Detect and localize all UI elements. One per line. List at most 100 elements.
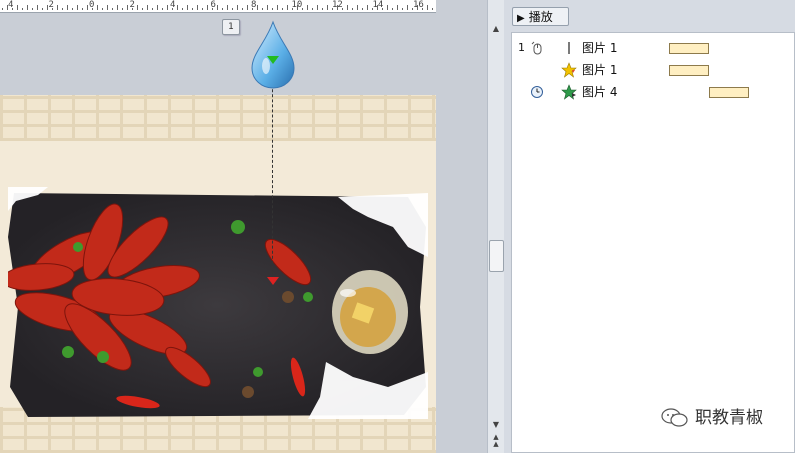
water-drop-icon[interactable]: [250, 20, 296, 90]
ruler-tick: [197, 5, 198, 10]
ruler-tick: [37, 5, 38, 10]
ruler-tick: [397, 5, 398, 10]
ruler-tick: [147, 5, 148, 10]
emphasis-star-icon: [561, 62, 577, 78]
ruler-label: 4: [8, 0, 14, 10]
ruler-tick: [87, 5, 88, 10]
ruler-tick: [327, 5, 328, 10]
ruler-tick: [177, 5, 178, 10]
ruler-tick: [237, 5, 238, 10]
vertical-scrollbar[interactable]: ▲ ▼ ▲ ▲: [487, 0, 504, 453]
ruler-label: 10: [291, 0, 303, 10]
ruler-label: 14: [372, 0, 384, 10]
ruler-tick: [407, 5, 408, 10]
ruler-tick: [82, 8, 83, 10]
animation-item-name: 图片 4: [582, 85, 618, 99]
ruler-tick: [207, 5, 208, 10]
ruler-tick: [232, 8, 233, 10]
ruler-tick: [187, 5, 188, 10]
slide-canvas[interactable]: [0, 95, 436, 453]
ruler-tick: [367, 5, 368, 10]
play-icon: ▶: [517, 13, 525, 24]
ruler-tick: [287, 5, 288, 10]
ruler-tick: [57, 5, 58, 10]
animation-item[interactable]: 1 图片 1: [512, 39, 794, 57]
mouse-click-icon: [531, 41, 542, 55]
ruler-tick: [142, 8, 143, 10]
ruler-label: 2: [129, 0, 135, 10]
decorative-top-border: [0, 95, 436, 141]
motion-path-line-icon: [568, 42, 570, 54]
play-button[interactable]: ▶ 播放: [512, 7, 569, 26]
ruler-tick: [317, 5, 318, 10]
timing-bar[interactable]: [669, 43, 709, 54]
exit-star-icon: [561, 84, 577, 100]
animation-item-name: 图片 1: [582, 63, 618, 77]
ruler-tick: [277, 5, 278, 10]
ruler-tick: [42, 8, 43, 10]
ruler-tick: [387, 5, 388, 10]
ruler-tick: [67, 5, 68, 10]
ruler-tick: [362, 8, 363, 10]
ruler-tick: [27, 5, 28, 10]
ruler-tick: [167, 5, 168, 10]
motion-end-marker-icon: [267, 277, 279, 285]
ruler-tick: [262, 8, 263, 10]
ruler-tick: [357, 5, 358, 10]
horizontal-ruler[interactable]: 4 2 0 2 4 6 8 10 12 14 16: [0, 0, 436, 13]
ruler-tick: [122, 8, 123, 10]
animation-item[interactable]: 图片 1: [512, 61, 794, 79]
ruler-tick: [352, 8, 353, 10]
ruler-tick: [102, 8, 103, 10]
page-number-badge: 1: [222, 19, 240, 35]
wechat-watermark: 职教青椒: [655, 405, 785, 431]
crayfish-photo[interactable]: [8, 187, 428, 419]
ruler-label: 4: [170, 0, 176, 10]
ruler-tick: [392, 8, 393, 10]
ruler-tick: [427, 5, 428, 10]
ruler-tick: [162, 8, 163, 10]
ruler-tick: [312, 8, 313, 10]
ruler-tick: [137, 5, 138, 10]
animation-pane: ▶ 播放 1 图片 1 图片 1 图片 4: [504, 0, 795, 453]
ruler-tick: [72, 8, 73, 10]
previous-slide-button[interactable]: ▲ ▲: [488, 434, 504, 448]
ruler-label: 2: [48, 0, 54, 10]
ruler-tick: [267, 5, 268, 10]
ruler-tick: [112, 8, 113, 10]
ruler-label: 16: [413, 0, 424, 10]
animation-list[interactable]: 1 图片 1 图片 1 图片 4: [511, 32, 795, 453]
ruler-tick: [432, 8, 433, 10]
ruler-tick: [402, 8, 403, 10]
watermark-text: 职教青椒: [695, 408, 763, 428]
timing-bar[interactable]: [669, 65, 709, 76]
wechat-icon: [661, 408, 688, 427]
ruler-tick: [257, 5, 258, 10]
ruler-tick: [107, 5, 108, 10]
ruler-tick: [22, 8, 23, 10]
ruler-tick: [77, 5, 78, 10]
ruler-label: 0: [89, 0, 95, 10]
ruler-tick: [32, 8, 33, 10]
ruler-label: 12: [332, 0, 343, 10]
scroll-thumb[interactable]: [489, 240, 504, 272]
ruler-tick: [322, 8, 323, 10]
scroll-down-button[interactable]: ▼: [488, 418, 504, 432]
ruler-tick: [97, 5, 98, 10]
ruler-tick: [117, 5, 118, 10]
ruler-tick: [307, 5, 308, 10]
animation-item[interactable]: 图片 4: [512, 83, 794, 101]
ruler-tick: [192, 8, 193, 10]
animation-item-name: 图片 1: [582, 41, 618, 55]
ruler-tick: [2, 8, 3, 10]
slide-editor-area[interactable]: 4 2 0 2 4 6 8 10 12 14 16 1: [0, 0, 487, 453]
ruler-tick: [157, 5, 158, 10]
ruler-tick: [127, 5, 128, 10]
ruler-tick: [152, 8, 153, 10]
motion-path-line[interactable]: [272, 64, 273, 284]
ruler-tick: [202, 8, 203, 10]
ruler-tick: [247, 5, 248, 10]
timing-bar[interactable]: [709, 87, 749, 98]
ruler-tick: [347, 5, 348, 10]
scroll-up-button[interactable]: ▲: [488, 22, 504, 36]
